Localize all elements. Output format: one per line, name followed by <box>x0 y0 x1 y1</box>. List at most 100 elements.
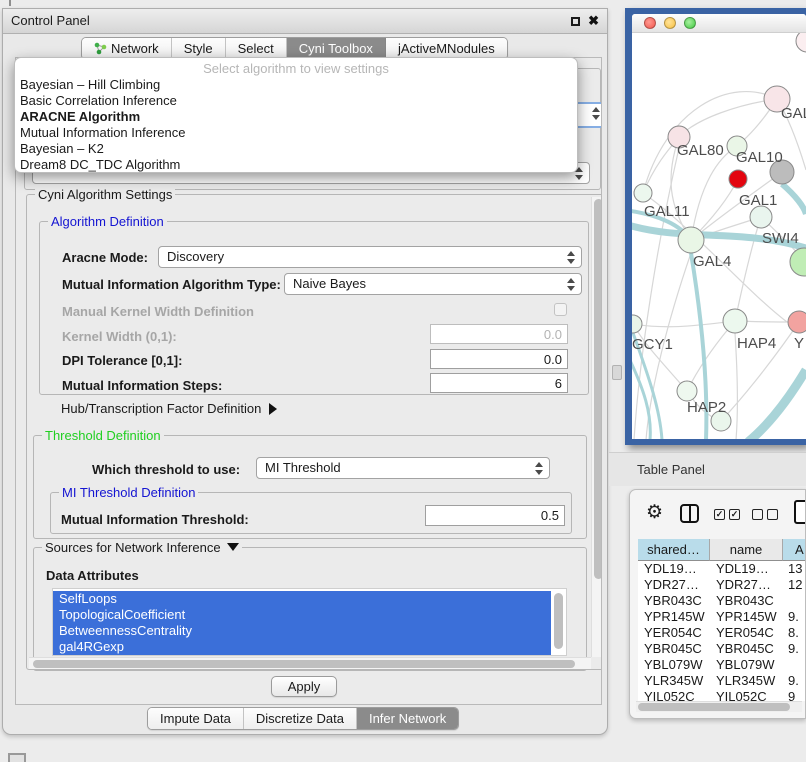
node-HAP4[interactable] <box>723 309 747 333</box>
mi-steps-field[interactable] <box>430 373 568 393</box>
algorithm-definition-title: Algorithm Definition <box>48 214 167 229</box>
sources-title[interactable]: Sources for Network Inference <box>42 540 242 555</box>
table-horizontal-scrollbar[interactable] <box>636 701 802 712</box>
threshold-definition-title: Threshold Definition <box>42 428 164 443</box>
split-columns-icon[interactable] <box>680 504 699 523</box>
checked-box-icon: ✓ <box>714 509 725 520</box>
settings-horizontal-scrollbar[interactable] <box>29 657 591 669</box>
dropdown-item[interactable]: Bayesian – Hill Climbing <box>15 77 577 93</box>
minimize-traffic-light[interactable] <box>664 17 676 29</box>
document-icon[interactable] <box>794 500 806 524</box>
table-row[interactable]: YLR345W YLR345W 9. <box>638 673 806 689</box>
panel-splitter-handle[interactable] <box>612 365 622 380</box>
float-window-icon[interactable] <box>571 17 580 26</box>
dropdown-item[interactable]: Basic Correlation Inference <box>15 93 577 109</box>
hub-definition-disclosure[interactable]: Hub/Transcription Factor Definition <box>61 401 277 416</box>
column-header-partial[interactable]: A <box>783 539 806 561</box>
node-GAL1[interactable] <box>729 170 747 188</box>
data-attributes-list[interactable]: SelfLoops TopologicalCoefficient Between… <box>52 588 567 656</box>
dropdown-item[interactable]: Mutual Information Inference <box>15 125 577 141</box>
tab-cyni-toolbox-label: Cyni Toolbox <box>299 41 373 56</box>
node-GAL11[interactable] <box>634 184 652 202</box>
node-top-edge[interactable] <box>796 33 806 52</box>
tab-style[interactable]: Style <box>172 38 226 59</box>
mi-threshold-group-title: MI Threshold Definition <box>59 485 198 500</box>
aracne-mode-value: Discovery <box>167 249 224 264</box>
table-row[interactable]: YIL052C YIL052C 9 <box>638 689 806 701</box>
network-canvas[interactable]: GAL7 GAL80 GAL10 GAL1 SWI4 GAL11 GAL4 HA… <box>632 33 806 439</box>
node-green-edge[interactable] <box>790 248 806 276</box>
node-GCY1[interactable] <box>632 315 642 333</box>
node-Y[interactable] <box>788 311 806 333</box>
list-item[interactable]: TopologicalCoefficient <box>53 607 551 623</box>
combo-stepper-icon <box>592 107 600 120</box>
settings-hscroll-thumb[interactable] <box>33 660 575 668</box>
close-traffic-light[interactable] <box>644 17 656 29</box>
mi-threshold-field[interactable] <box>425 505 565 526</box>
tab-select[interactable]: Select <box>226 38 287 59</box>
unselect-all-columns-icon[interactable] <box>752 509 778 520</box>
tab-discretize-data-label: Discretize Data <box>256 711 344 726</box>
node-label: GAL80 <box>677 142 724 159</box>
table-row[interactable]: YBR045C YBR045C 9. <box>638 641 806 657</box>
column-header-shared-name[interactable]: shared… <box>638 539 710 561</box>
table-panel-title: Table Panel <box>637 453 705 487</box>
dropdown-item[interactable]: Bayesian – K2 <box>15 141 577 157</box>
cell: YBL079W <box>716 657 775 673</box>
table-row[interactable]: YDL19… YDL19… 13 <box>638 561 806 577</box>
window-title: Control Panel <box>11 9 90 33</box>
column-header-name[interactable]: name <box>710 539 783 561</box>
tab-cyni-toolbox[interactable]: Cyni Toolbox <box>287 38 386 59</box>
dpi-tolerance-field[interactable] <box>430 349 568 369</box>
cell: YLR345W <box>716 673 775 689</box>
table-row[interactable]: YER054C YER054C 8. <box>638 625 806 641</box>
cell: YBR043C <box>644 593 702 609</box>
aracne-mode-combo[interactable]: Discovery <box>158 246 582 268</box>
table-row[interactable]: YBL079W YBL079W <box>638 657 806 673</box>
cell: YBL079W <box>644 657 703 673</box>
close-icon[interactable]: ✖ <box>588 13 599 29</box>
apply-button[interactable]: Apply <box>271 676 337 697</box>
tab-impute-data[interactable]: Impute Data <box>148 708 244 729</box>
node-label: GAL7 <box>781 105 806 122</box>
list-item[interactable]: SelfLoops <box>53 591 551 607</box>
collapsed-panel-icon[interactable] <box>8 753 26 762</box>
table-row[interactable]: YDR27… YDR27… 12 <box>638 577 806 593</box>
dpi-tolerance-label: DPI Tolerance [0,1]: <box>62 353 182 368</box>
network-view-titlebar[interactable] <box>632 14 806 33</box>
settings-vertical-scrollbar[interactable] <box>591 197 602 657</box>
tab-infer-network[interactable]: Infer Network <box>357 708 458 729</box>
node-label: GAL11 <box>644 203 690 220</box>
table-row[interactable]: YPR145W YPR145W 9. <box>638 609 806 625</box>
node-label: Y <box>794 335 804 352</box>
node-table: shared… name A YDL19… YDL19… 13 YDR27… Y… <box>638 539 806 701</box>
gear-icon[interactable]: ⚙ <box>646 503 663 522</box>
sources-group: Sources for Network Inference Data Attri… <box>33 547 587 671</box>
table-hscroll-thumb[interactable] <box>638 703 790 711</box>
list-item[interactable]: BetweennessCentrality <box>53 623 551 639</box>
cell: 12 <box>788 577 802 593</box>
dropdown-item[interactable]: Dream8 DC_TDC Algorithm <box>15 157 577 173</box>
manual-kernel-label: Manual Kernel Width Definition <box>62 304 254 319</box>
table-row[interactable]: YBR043C YBR043C <box>638 593 806 609</box>
settings-vscroll-thumb[interactable] <box>594 199 602 579</box>
list-item[interactable]: gal4RGexp <box>53 639 551 655</box>
network-view-window[interactable]: GAL7 GAL80 GAL10 GAL1 SWI4 GAL11 GAL4 HA… <box>625 8 806 445</box>
combo-stepper-icon <box>567 278 575 291</box>
node-GAL4[interactable] <box>678 227 704 253</box>
tab-network[interactable]: Network <box>82 38 172 59</box>
cell: YDL19… <box>644 561 697 577</box>
tab-jactivemnodules[interactable]: jActiveMNodules <box>386 38 507 59</box>
node-SWI4[interactable] <box>750 206 772 228</box>
select-all-columns-icon[interactable]: ✓✓ <box>714 509 740 520</box>
zoom-traffic-light[interactable] <box>684 17 696 29</box>
algorithm-dropdown-popup: Select algorithm to view settings Bayesi… <box>14 57 578 173</box>
tab-discretize-data[interactable]: Discretize Data <box>244 708 357 729</box>
mi-type-combo[interactable]: Naive Bayes <box>284 273 582 295</box>
list-scrollbar-thumb[interactable] <box>554 593 563 649</box>
algorithm-definition-group: Algorithm Definition Aracne Mode: Discov… <box>39 221 589 395</box>
dropdown-item-selected[interactable]: ARACNE Algorithm <box>15 109 577 125</box>
tab-network-label: Network <box>111 41 159 56</box>
which-threshold-combo[interactable]: MI Threshold <box>256 457 550 479</box>
node-HAP2[interactable] <box>677 381 697 401</box>
